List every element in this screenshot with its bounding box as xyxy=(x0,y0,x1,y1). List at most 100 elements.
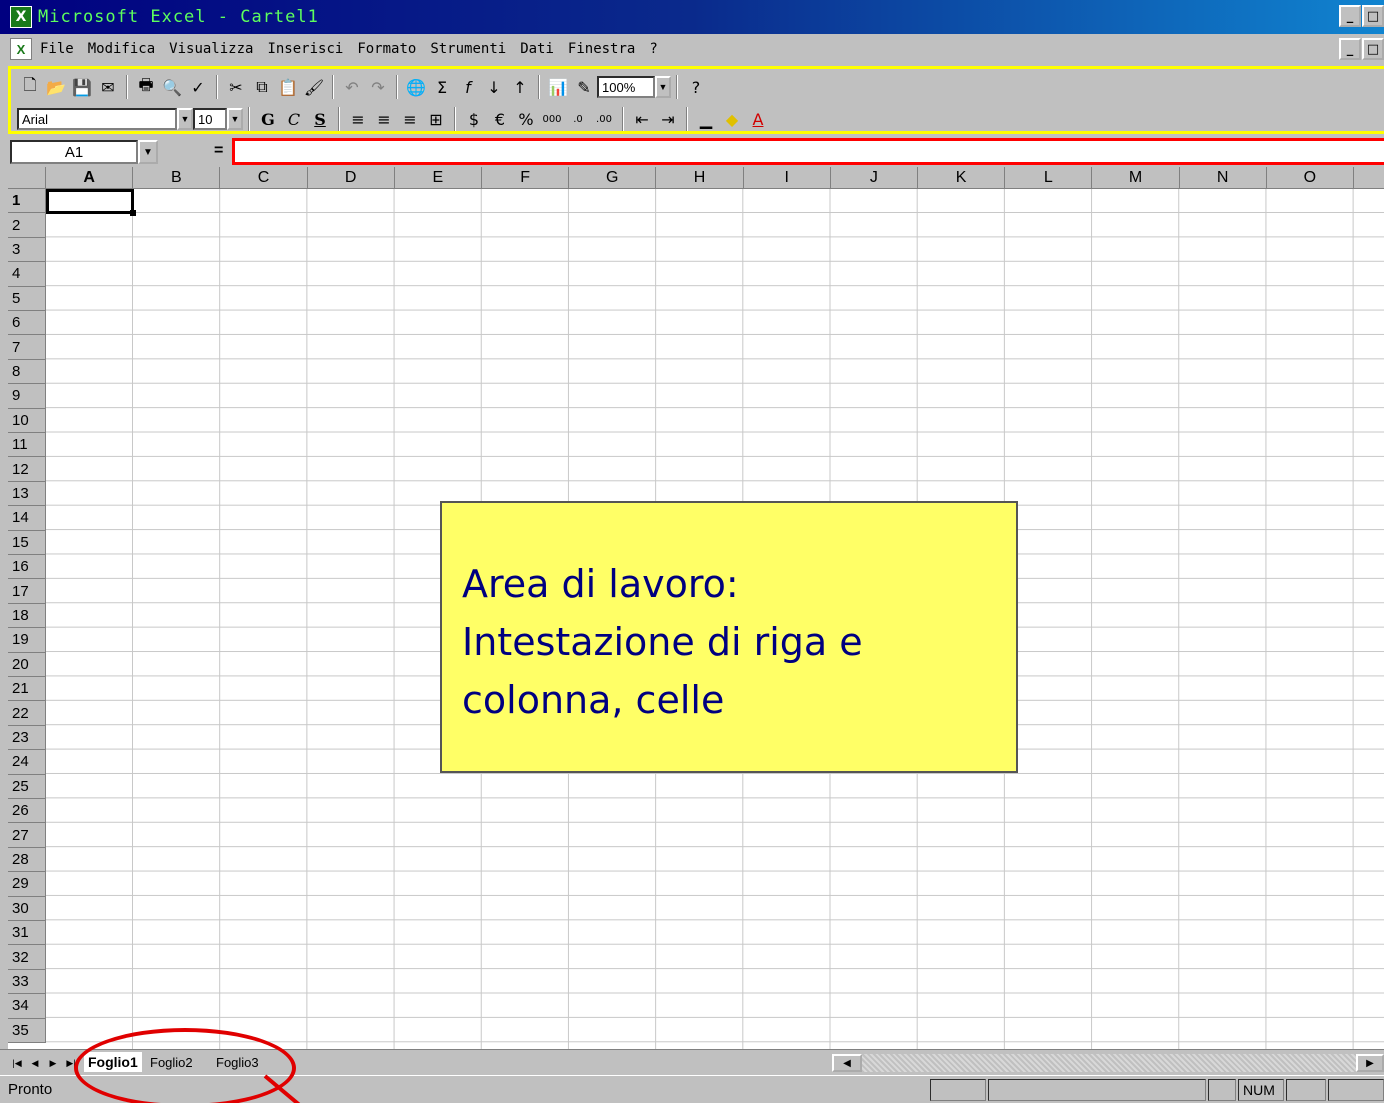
row-header[interactable]: 30 xyxy=(8,896,46,921)
menu-strumenti[interactable]: Strumenti xyxy=(430,41,506,57)
chevron-down-icon[interactable]: ▼ xyxy=(177,108,193,130)
increase-indent-icon[interactable]: ⇥ xyxy=(655,106,681,132)
align-center-icon[interactable]: ≡ xyxy=(371,106,397,132)
row-header[interactable]: 5 xyxy=(8,286,46,311)
column-header[interactable]: O xyxy=(1266,167,1354,189)
edit-formula-button[interactable]: = xyxy=(214,142,223,160)
scroll-left-icon[interactable]: ◀ xyxy=(832,1054,862,1072)
menu-modifica[interactable]: Modifica xyxy=(88,41,155,57)
workbook-minimize-button[interactable]: _ xyxy=(1339,38,1361,60)
row-header[interactable]: 33 xyxy=(8,969,46,995)
percent-icon[interactable]: % xyxy=(513,106,539,132)
column-header[interactable] xyxy=(1354,167,1384,189)
euro-icon[interactable]: € xyxy=(487,106,513,132)
column-header[interactable]: F xyxy=(482,167,570,189)
row-header[interactable]: 27 xyxy=(8,823,46,848)
chevron-down-icon[interactable]: ▼ xyxy=(655,76,671,98)
column-header[interactable]: I xyxy=(743,167,831,189)
row-header[interactable]: 28 xyxy=(8,847,46,873)
row-header[interactable]: 34 xyxy=(8,994,46,1019)
workbook-restore-button[interactable]: □ xyxy=(1362,38,1384,60)
merge-center-icon[interactable]: ⊞ xyxy=(423,106,449,132)
align-left-icon[interactable]: ≡ xyxy=(345,106,371,132)
workbook-icon[interactable]: X xyxy=(10,38,32,60)
column-header[interactable]: C xyxy=(220,167,308,189)
column-header[interactable]: N xyxy=(1179,167,1267,189)
italic-button[interactable]: C xyxy=(281,106,307,132)
print-icon[interactable]: 🖶 xyxy=(133,74,159,100)
menu-inserisci[interactable]: Inserisci xyxy=(267,41,343,57)
row-header[interactable]: 29 xyxy=(8,872,46,897)
row-header[interactable]: 26 xyxy=(8,799,46,824)
row-header[interactable]: 7 xyxy=(8,335,46,360)
menu-file[interactable]: File xyxy=(40,41,74,57)
chevron-down-icon[interactable]: ▼ xyxy=(138,140,158,164)
help-icon[interactable]: ? xyxy=(683,74,709,100)
column-header[interactable]: H xyxy=(656,167,744,189)
zoom-field[interactable]: 100% xyxy=(597,76,655,98)
font-size-field[interactable]: 10 xyxy=(193,108,227,130)
print-preview-icon[interactable]: 🔍 xyxy=(159,74,185,100)
row-header[interactable]: 20 xyxy=(8,652,46,677)
menu-visualizza[interactable]: Visualizza xyxy=(169,41,253,57)
bold-button[interactable]: G xyxy=(255,106,281,132)
row-header[interactable]: 6 xyxy=(8,311,46,336)
autosum-icon[interactable]: Σ xyxy=(429,74,455,100)
formula-input[interactable] xyxy=(232,138,1384,165)
column-header[interactable]: D xyxy=(307,167,395,189)
row-header[interactable]: 19 xyxy=(8,628,46,653)
row-header[interactable]: 8 xyxy=(8,359,46,385)
function-icon[interactable]: f xyxy=(455,74,481,100)
row-header[interactable]: 3 xyxy=(8,237,46,263)
row-header[interactable]: 25 xyxy=(8,774,46,799)
row-header[interactable]: 23 xyxy=(8,725,46,751)
align-right-icon[interactable]: ≡ xyxy=(397,106,423,132)
row-header[interactable]: 31 xyxy=(8,921,46,946)
row-header[interactable]: 22 xyxy=(8,701,46,726)
spelling-icon[interactable]: ✓ xyxy=(185,74,211,100)
column-header[interactable]: G xyxy=(569,167,657,189)
column-header[interactable]: K xyxy=(918,167,1006,189)
undo-icon[interactable]: ↶ xyxy=(339,74,365,100)
redo-icon[interactable]: ↷ xyxy=(365,74,391,100)
column-header[interactable]: B xyxy=(133,167,221,189)
row-header[interactable]: 10 xyxy=(8,408,46,433)
menu-formato[interactable]: Formato xyxy=(357,41,416,57)
row-header[interactable]: 9 xyxy=(8,384,46,409)
new-icon[interactable]: 🗋 xyxy=(17,74,43,100)
row-header[interactable]: 17 xyxy=(8,579,46,604)
open-icon[interactable]: 📂 xyxy=(43,74,69,100)
column-header[interactable]: L xyxy=(1005,167,1093,189)
chart-wizard-icon[interactable]: 📊 xyxy=(545,74,571,100)
row-header[interactable]: 21 xyxy=(8,677,46,702)
column-header[interactable]: E xyxy=(394,167,482,189)
copy-icon[interactable]: ⧉ xyxy=(249,74,275,100)
cut-icon[interactable]: ✂ xyxy=(223,74,249,100)
row-header[interactable]: 24 xyxy=(8,750,46,775)
minimize-button[interactable]: _ xyxy=(1339,5,1361,27)
next-sheet-icon[interactable]: ▶ xyxy=(46,1055,60,1071)
row-header[interactable]: 32 xyxy=(8,945,46,970)
row-header[interactable]: 12 xyxy=(8,457,46,482)
row-header[interactable]: 15 xyxy=(8,530,46,555)
fill-handle[interactable] xyxy=(130,210,136,216)
mail-icon[interactable]: ✉ xyxy=(95,74,121,100)
increase-decimal-icon[interactable]: .0 xyxy=(565,106,591,132)
underline-button[interactable]: S xyxy=(307,106,333,132)
first-sheet-icon[interactable]: |◀ xyxy=(10,1055,24,1071)
prev-sheet-icon[interactable]: ◀ xyxy=(28,1055,42,1071)
currency-icon[interactable]: $ xyxy=(461,106,487,132)
sort-ascending-icon[interactable]: ↓ xyxy=(481,74,507,100)
fill-color-icon[interactable]: ◆ xyxy=(719,106,745,132)
column-header[interactable]: A xyxy=(46,167,134,189)
row-header[interactable]: 35 xyxy=(8,1018,46,1043)
paste-icon[interactable]: 📋 xyxy=(275,74,301,100)
row-header[interactable]: 18 xyxy=(8,603,46,629)
chevron-down-icon[interactable]: ▼ xyxy=(227,108,243,130)
sort-descending-icon[interactable]: ↑ xyxy=(507,74,533,100)
hyperlink-icon[interactable]: 🌐 xyxy=(403,74,429,100)
menu-help[interactable]: ? xyxy=(649,41,657,57)
borders-icon[interactable]: ▁ xyxy=(693,106,719,132)
font-color-icon[interactable]: A xyxy=(745,106,771,132)
format-painter-icon[interactable]: 🖌 xyxy=(301,74,327,100)
